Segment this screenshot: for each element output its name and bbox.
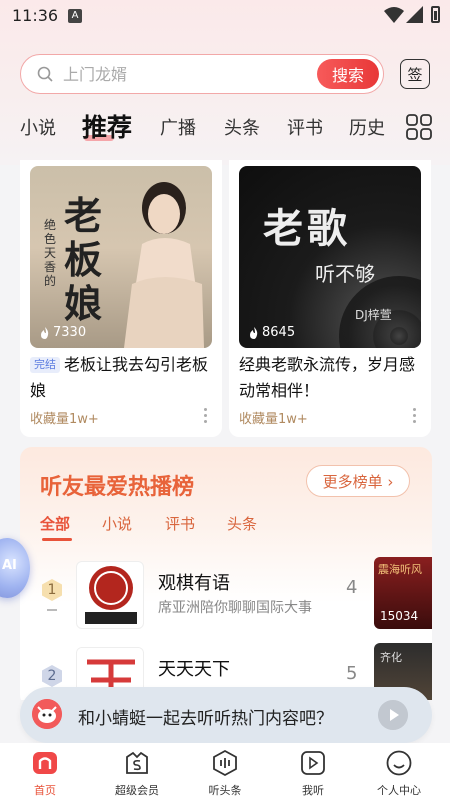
tab-pingshu[interactable]: 评书	[287, 114, 323, 140]
play-count: 7330	[40, 325, 86, 340]
ranking-tab-indicator	[42, 538, 72, 541]
hot-ranking-section: 听友最爱热播榜 更多榜单 › 全部 小说 评书 头条 1 观棋有语 席亚洲陪你聊…	[20, 447, 432, 700]
play-count: 8645	[249, 325, 295, 340]
ranking-tab-pingshu[interactable]: 评书	[165, 513, 195, 534]
assistant-avatar-icon	[32, 699, 62, 729]
rank-badge: 2	[42, 665, 62, 687]
next-column-rank: 5	[346, 663, 358, 684]
vip-icon	[126, 751, 148, 774]
play-count-value: 8645	[262, 325, 296, 340]
side-cover-title: 震海听风	[378, 563, 422, 576]
nav-profile[interactable]: 个人中心	[354, 743, 444, 800]
next-column-cover[interactable]: 震海听风 15034	[374, 557, 432, 629]
search-input[interactable]	[63, 63, 313, 85]
ai-label: AI	[2, 558, 17, 573]
nav-home[interactable]: 首页	[0, 743, 90, 800]
ranking-item-name: 天天天下	[158, 659, 230, 680]
ranking-tab-headlines[interactable]: 头条	[227, 513, 257, 534]
cover-subtitle: 绝色天香的	[44, 218, 57, 288]
headline-icon	[213, 749, 237, 777]
tab-novel[interactable]: 小说	[20, 114, 56, 140]
content-area: 绝色天香的 老板娘 7330 完结 老板让我去勾引老板娘 收藏量1w+ 老歌 听不…	[0, 160, 450, 700]
tab-history[interactable]: 历史	[349, 114, 385, 140]
card-title[interactable]: 经典老歌永流传，岁月感动常相伴！	[239, 352, 425, 404]
ranking-item-desc: 席亚洲陪你聊聊国际大事	[158, 600, 312, 616]
tab-headlines[interactable]: 头条	[224, 114, 260, 140]
card-collect-count: 收藏量1w+	[239, 412, 308, 427]
category-grid-icon[interactable]	[406, 114, 432, 140]
bottom-nav: 首页 超级会员 听头条 我听 个人中心	[0, 743, 450, 800]
card-cover[interactable]: 老歌 听不够 DJ梓萱 8645	[239, 166, 421, 348]
my-listen-icon	[301, 751, 325, 775]
side-cover-title: 齐化	[380, 651, 402, 664]
recommend-card[interactable]: 老歌 听不够 DJ梓萱 8645 经典老歌永流传，岁月感动常相伴！ 收藏量1w+	[229, 160, 431, 437]
recommend-card[interactable]: 绝色天香的 老板娘 7330 完结 老板让我去勾引老板娘 收藏量1w+	[20, 160, 222, 437]
cover-title: 老歌	[263, 205, 351, 252]
battery-icon	[431, 6, 440, 23]
status-bar: 11:36 A	[0, 0, 450, 32]
rank-trend	[47, 609, 57, 611]
nav-label: 超级会员	[115, 784, 159, 797]
cover-title: 老板娘	[64, 193, 103, 326]
flame-icon	[250, 326, 258, 339]
ranking-tab-all[interactable]: 全部	[40, 513, 70, 534]
cover-figure	[124, 182, 204, 348]
search-button[interactable]: 搜索	[317, 59, 379, 89]
ranking-item-name: 观棋有语	[158, 573, 230, 594]
signal-icon	[406, 6, 423, 23]
assistant-prompt-text: 和小蜻蜓一起去听听热门内容吧？	[78, 709, 333, 729]
play-icon[interactable]	[378, 700, 408, 730]
notification-icon: A	[68, 9, 82, 23]
play-count-value: 7330	[53, 325, 87, 340]
cover-logo	[85, 566, 137, 624]
more-rankings-button[interactable]: 更多榜单 ›	[306, 465, 410, 497]
card-collect-count: 收藏量1w+	[30, 412, 99, 427]
finished-badge: 完结	[30, 357, 60, 373]
ranking-tab-novel[interactable]: 小说	[102, 513, 132, 534]
search-icon	[37, 66, 53, 82]
nav-label: 听头条	[208, 784, 242, 797]
nav-label: 我听	[302, 784, 324, 797]
cover-tag: DJ梓萱	[355, 308, 392, 322]
ranking-title: 听友最爱热播榜	[40, 475, 195, 500]
nav-vip[interactable]: 超级会员	[92, 743, 182, 800]
tab-broadcast[interactable]: 广播	[160, 114, 196, 140]
more-options-icon[interactable]	[413, 408, 417, 424]
rank-badge: 1	[42, 579, 62, 601]
nav-my-listen[interactable]: 我听	[268, 743, 358, 800]
nav-headline[interactable]: 听头条	[180, 743, 270, 800]
wifi-icon	[384, 7, 404, 23]
next-column-rank: 4	[346, 577, 358, 598]
sign-in-button[interactable]: 签	[400, 59, 430, 89]
home-icon	[33, 752, 57, 774]
more-options-icon[interactable]	[204, 408, 208, 424]
card-cover[interactable]: 绝色天香的 老板娘 7330	[30, 166, 212, 348]
flame-icon	[41, 326, 49, 339]
search-box[interactable]: 搜索	[20, 54, 384, 94]
nav-label: 个人中心	[377, 784, 421, 797]
card-title[interactable]: 完结 老板让我去勾引老板娘	[30, 352, 216, 404]
ranking-row[interactable]: 1 观棋有语 席亚洲陪你聊聊国际大事 4 震海听风 15034	[20, 557, 432, 637]
nav-label: 首页	[34, 784, 56, 797]
assistant-prompt-bar[interactable]: 和小蜻蜓一起去听听热门内容吧？	[20, 687, 432, 743]
status-time: 11:36	[12, 6, 59, 25]
side-play-count: 15034	[380, 609, 419, 623]
tab-recommend[interactable]: 推荐	[82, 108, 132, 144]
cover-subtitle: 听不够	[315, 262, 375, 286]
profile-icon	[386, 750, 412, 776]
ranking-cover[interactable]	[76, 561, 144, 629]
